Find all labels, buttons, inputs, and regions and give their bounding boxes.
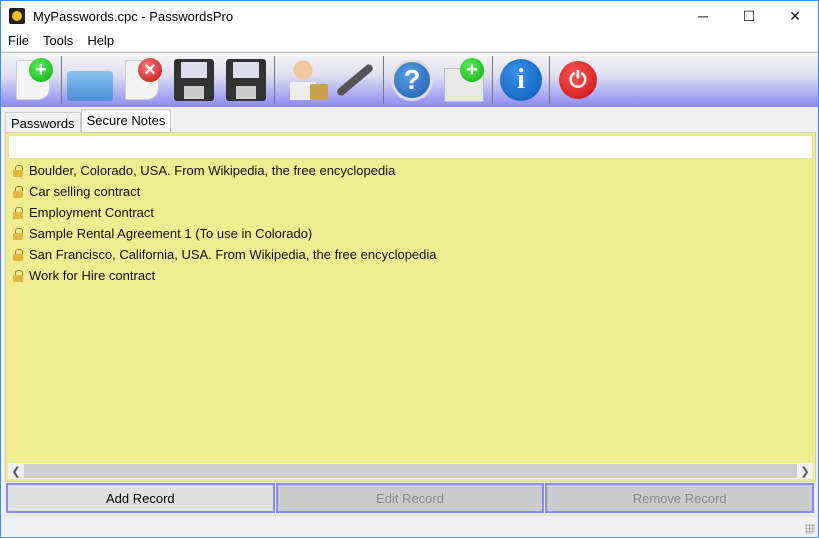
- help-icon: ?: [391, 59, 433, 101]
- status-bar: [1, 515, 818, 537]
- tab-bar: Passwords Secure Notes: [5, 109, 172, 133]
- print-button[interactable]: [64, 55, 116, 105]
- title-bar: MyPasswords.cpc - PasswordsPro ─ ☐ ✕: [1, 1, 818, 31]
- horizontal-scrollbar[interactable]: ❮ ❯: [8, 463, 813, 479]
- add-contact-button[interactable]: +: [438, 55, 490, 105]
- list-item[interactable]: San Francisco, California, USA. From Wik…: [8, 244, 813, 265]
- edit-record-button[interactable]: Edit Record: [275, 483, 545, 513]
- resize-grip-icon[interactable]: [805, 524, 815, 534]
- note-title: Sample Rental Agreement 1 (To use in Col…: [29, 226, 313, 241]
- save-icon: [174, 59, 214, 101]
- list-item[interactable]: Employment Contract: [8, 202, 813, 223]
- toolbar-separator: [61, 56, 62, 104]
- toolbar-separator: [549, 56, 550, 104]
- tab-passwords[interactable]: Passwords: [5, 112, 81, 133]
- note-title: Employment Contract: [29, 205, 154, 220]
- user-lock-icon: [290, 60, 328, 100]
- remove-record-button[interactable]: Remove Record: [545, 483, 815, 513]
- note-title: Work for Hire contract: [29, 268, 156, 283]
- menu-file[interactable]: File: [1, 31, 36, 51]
- print-icon: [67, 71, 113, 101]
- notes-list: Boulder, Colorado, USA. From Wikipedia, …: [8, 160, 813, 286]
- save-as-icon: [226, 59, 266, 101]
- about-button[interactable]: i: [495, 55, 547, 105]
- delete-button[interactable]: ×: [116, 55, 168, 105]
- delete-icon: ×: [138, 58, 162, 82]
- toolbar: + × ? + i ⏻: [1, 52, 818, 107]
- search-input[interactable]: [8, 135, 813, 159]
- tools-icon: [335, 62, 375, 98]
- lock-icon: [13, 248, 23, 261]
- scroll-right-icon[interactable]: ❯: [797, 465, 813, 478]
- lock-icon: [13, 227, 23, 240]
- window-title: MyPasswords.cpc - PasswordsPro: [33, 8, 234, 24]
- close-button[interactable]: ✕: [772, 1, 818, 31]
- record-buttons: Add Record Edit Record Remove Record: [6, 483, 815, 513]
- list-item[interactable]: Work for Hire contract: [8, 265, 813, 286]
- toolbar-separator: [383, 56, 384, 104]
- master-password-button[interactable]: [277, 55, 329, 105]
- plus-icon: +: [29, 58, 53, 82]
- power-icon: ⏻: [559, 61, 597, 99]
- plus-icon: +: [460, 58, 484, 82]
- toolbar-separator: [492, 56, 493, 104]
- tab-secure-notes[interactable]: Secure Notes: [80, 109, 172, 133]
- save-button[interactable]: [168, 55, 220, 105]
- menu-bar: File Tools Help: [1, 31, 818, 51]
- lock-icon: [13, 185, 23, 198]
- list-item[interactable]: Sample Rental Agreement 1 (To use in Col…: [8, 223, 813, 244]
- menu-tools[interactable]: Tools: [36, 31, 80, 51]
- info-icon: i: [500, 59, 542, 101]
- lock-icon: [13, 269, 23, 282]
- toolbar-separator: [274, 56, 275, 104]
- list-item[interactable]: Boulder, Colorado, USA. From Wikipedia, …: [8, 160, 813, 181]
- menu-help[interactable]: Help: [80, 31, 121, 51]
- note-title: San Francisco, California, USA. From Wik…: [29, 247, 437, 262]
- app-icon: [9, 8, 25, 24]
- note-title: Car selling contract: [29, 184, 141, 199]
- lock-icon: [13, 164, 23, 177]
- new-record-button[interactable]: +: [7, 55, 59, 105]
- notes-panel: Boulder, Colorado, USA. From Wikipedia, …: [5, 132, 816, 482]
- save-as-button[interactable]: [220, 55, 272, 105]
- tools-button[interactable]: [329, 55, 381, 105]
- list-item[interactable]: Car selling contract: [8, 181, 813, 202]
- add-record-button[interactable]: Add Record: [6, 483, 275, 513]
- lock-icon: [13, 206, 23, 219]
- note-title: Boulder, Colorado, USA. From Wikipedia, …: [29, 163, 396, 178]
- scrollbar-thumb[interactable]: [24, 464, 797, 478]
- exit-button[interactable]: ⏻: [552, 55, 604, 105]
- minimize-button[interactable]: ─: [680, 1, 726, 31]
- maximize-button[interactable]: ☐: [726, 1, 772, 31]
- scroll-left-icon[interactable]: ❮: [8, 465, 24, 478]
- help-button[interactable]: ?: [386, 55, 438, 105]
